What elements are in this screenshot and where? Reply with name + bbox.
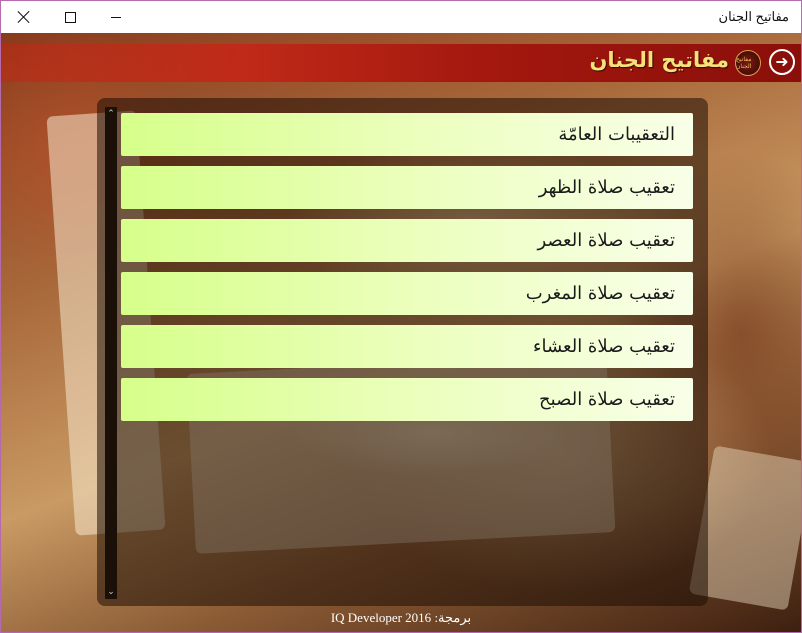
maximize-button[interactable] [47, 1, 93, 33]
list-item-label: تعقيب صلاة العشاء [533, 336, 675, 357]
back-button[interactable]: ➜ [769, 49, 795, 75]
list-item-label: تعقيب صلاة الظهر [538, 177, 675, 198]
close-button[interactable] [1, 1, 47, 33]
minimize-button[interactable] [93, 1, 139, 33]
page-title: مفاتيح الجنان [589, 48, 729, 72]
arrow-right-icon: ➜ [775, 52, 789, 71]
logo-text: مفاتيح الجنان [736, 56, 752, 70]
list-item-maghrib[interactable]: تعقيب صلاة المغرب [121, 272, 693, 315]
close-icon [18, 11, 30, 23]
app-window: مفاتيح الجنان ➜ مفاتيح الجنان مفاتيح الج… [0, 0, 802, 633]
footer-credit: برمجة: IQ Developer 2016 [330, 610, 472, 625]
title-bar: مفاتيح الجنان [1, 1, 801, 33]
calligraphy-logo-icon: مفاتيح الجنان [735, 50, 761, 76]
list-item-general-taqibat[interactable]: التعقيبات العامّة [121, 113, 693, 156]
maximize-icon [64, 11, 76, 23]
vertical-scrollbar[interactable]: ⌃ ⌄ [105, 107, 117, 599]
chevron-down-icon[interactable]: ⌄ [105, 585, 117, 599]
list-item-dhuhr[interactable]: تعقيب صلاة الظهر [121, 166, 693, 209]
list-item-label: تعقيب صلاة المغرب [525, 283, 675, 304]
minimize-icon [111, 16, 121, 18]
window-title: مفاتيح الجنان [718, 9, 789, 24]
list-item-label: تعقيب صلاة الصبح [539, 389, 675, 410]
list-item-asr[interactable]: تعقيب صلاة العصر [121, 219, 693, 262]
header-bar: ➜ مفاتيح الجنان مفاتيح الجنان [1, 44, 801, 82]
chevron-up-icon[interactable]: ⌃ [105, 107, 117, 121]
list-item-label: تعقيب صلاة العصر [537, 230, 675, 251]
list-item-label: التعقيبات العامّة [558, 124, 675, 145]
list-item-fajr[interactable]: تعقيب صلاة الصبح [121, 378, 693, 421]
list-item-isha[interactable]: تعقيب صلاة العشاء [121, 325, 693, 368]
